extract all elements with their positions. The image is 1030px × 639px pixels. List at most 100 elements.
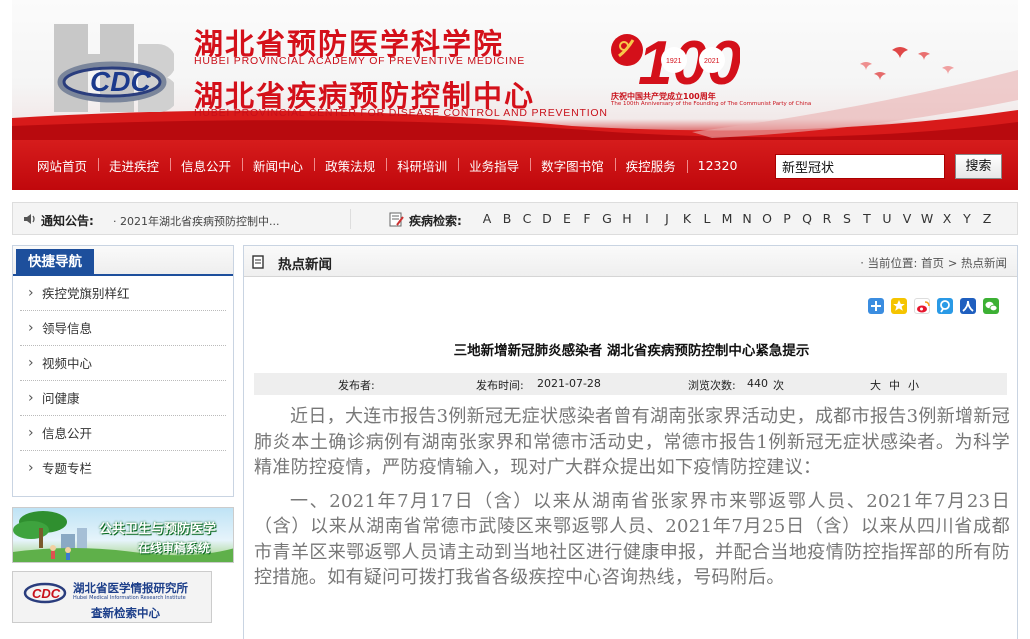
letter-link-a[interactable]: A [477,211,497,226]
plus-share-icon[interactable] [868,298,884,314]
letter-link-t[interactable]: T [857,211,877,226]
disease-letter-index: A B C D E F G H I J K L M N O P Q R S T … [477,211,997,226]
letter-link-r[interactable]: R [817,211,837,226]
institute-logo-text: CDC [32,586,61,601]
quick-nav-item-video[interactable]: 视频中心 [20,346,226,381]
letter-link-l[interactable]: L [697,211,717,226]
letter-link-e[interactable]: E [557,211,577,226]
article-paragraph: 近日，大连市报告3例新冠无症状感染者曾有湖南张家界活动史，成都市报告3例新增新冠… [254,406,1010,478]
anniversary-year-start: 1921 [666,58,682,65]
quick-nav-item-ask-health[interactable]: 问健康 [20,381,226,416]
journal-banner-subtitle: 在线审稿系统 [138,541,211,555]
letter-link-c[interactable]: C [517,211,537,226]
letter-link-v[interactable]: V [897,211,917,226]
letter-link-j[interactable]: J [657,211,677,226]
letter-link-u[interactable]: U [877,211,897,226]
font-size-large-button[interactable]: 大 [870,377,881,393]
nav-item-guidance[interactable]: 业务指导 [458,156,530,175]
letter-link-d[interactable]: D [537,211,557,226]
institute-logo-icon: CDC [23,582,67,604]
section-title: 热点新闻 [278,257,332,273]
quick-nav-header: 快捷导航 [13,246,233,276]
letter-link-s[interactable]: S [837,211,857,226]
quick-nav-list: 疾控党旗别样红 领导信息 视频中心 问健康 信息公开 专题专栏 [13,276,233,486]
tencent-icon[interactable] [937,298,953,314]
letter-link-k[interactable]: K [677,211,697,226]
breadcrumb-separator: > [947,256,958,270]
letter-link-i[interactable]: I [637,211,657,226]
letter-link-g[interactable]: G [597,211,617,226]
letter-link-w[interactable]: W [917,211,937,226]
quick-nav-title: 快捷导航 [16,249,94,276]
notice-divider [350,209,351,229]
nav-item-info-disclosure[interactable]: 信息公开 [170,156,242,175]
article-panel-header: 热点新闻 · 当前位置: 首页 > 热点新闻 [244,246,1017,277]
quick-nav-item-leaders[interactable]: 领导信息 [20,311,226,346]
notice-label: 通知公告: [41,214,94,228]
main-nav-items: 网站首页 走进疾控 信息公开 新闻中心 政策法规 科研培训 业务指导 数字图书馆… [26,140,748,190]
academy-name-en: HUBEI PROVINCIAL ACADEMY OF PREVENTIVE M… [194,55,526,67]
views-count: 440 [747,377,768,390]
site-header: CDC 湖北省预防医学科学院 HUBEI PROVINCIAL ACADEMY … [12,0,1018,140]
quick-nav-item-info-disclosure[interactable]: 信息公开 [20,416,226,451]
breadcrumb-current-link[interactable]: 热点新闻 [961,256,1007,270]
nav-item-about[interactable]: 走进疾控 [98,156,170,175]
letter-link-q[interactable]: Q [797,211,817,226]
views-unit: 次 [773,379,784,392]
letter-link-b[interactable]: B [497,211,517,226]
breadcrumb-bullet: · [860,256,868,270]
journal-banner-title: 公共卫生与预防医学 [99,522,217,537]
quick-nav-panel: 快捷导航 疾控党旗别样红 领导信息 视频中心 问健康 信息公开 专题专栏 [12,245,234,497]
share-bar [868,298,999,314]
wechat-icon[interactable] [983,298,999,314]
letter-link-y[interactable]: Y [957,211,977,226]
institute-search-center: 查新检索中心 [91,606,160,620]
site-search-input[interactable] [775,154,945,179]
nav-item-home[interactable]: 网站首页 [26,156,98,175]
nav-item-services[interactable]: 疾控服务 [614,156,687,175]
letter-link-p[interactable]: P [777,211,797,226]
journal-review-banner[interactable]: 公共卫生与预防医学 在线审稿系统 [12,507,234,563]
article-paragraph: 一、2021年7月17日（含）以来从湖南省张家界市来鄂返鄂人员、2021年7月2… [254,490,1010,589]
hbcdc-logo-icon: CDC [54,24,174,112]
anniversary-year-end: 2021 [704,58,720,65]
weibo-icon[interactable] [914,298,930,314]
nav-item-library[interactable]: 数字图书馆 [530,156,615,175]
letter-link-h[interactable]: H [617,211,637,226]
renren-icon[interactable] [960,298,976,314]
nav-item-news[interactable]: 新闻中心 [242,156,314,175]
article-title: 三地新增新冠肺炎感染者 湖北省疾病预防控制中心紧急提示 [453,343,810,359]
article-body: 近日，大连市报告3例新冠无症状感染者曾有湖南张家界活动史，成都市报告3例新增新冠… [254,404,1010,599]
cdc-name-en: HUBEI PROVINCIAL CENTER FOR DISEASE CONT… [194,107,608,119]
quick-nav-item-party-flag[interactable]: 疾控党旗别样红 [20,276,226,311]
nav-item-policy[interactable]: 政策法规 [314,156,386,175]
anniversary-number: 100 [638,29,740,98]
letter-link-o[interactable]: O [757,211,777,226]
nav-item-12320[interactable]: 12320 [686,158,749,173]
main-nav-bar: 网站首页 走进疾控 信息公开 新闻中心 政策法规 科研培训 业务指导 数字图书馆… [12,140,1018,190]
publish-date-label: 发布时间: [476,379,524,392]
disease-search-label: 疾病检索: [409,214,462,228]
logo-text: CDC [90,66,151,97]
letter-link-m[interactable]: M [717,211,737,226]
letter-link-n[interactable]: N [737,211,757,226]
article-meta-bar: 发布者: 发布时间: 2021-07-28 浏览次数: 440 次 大 中 小 [254,373,1007,395]
anniversary-caption-en: The 100th Anniversary of the Founding of… [611,101,812,107]
letter-link-x[interactable]: X [937,211,957,226]
speaker-icon [24,214,35,224]
medical-info-institute-banner[interactable]: CDC 湖北省医学情报研究所 Hubei Medical Information… [12,571,212,623]
disease-search-icon [389,212,404,227]
institute-name-cn: 湖北省医学情报研究所 [73,581,188,595]
quick-nav-item-topics[interactable]: 专题专栏 [20,451,226,486]
article-panel: 热点新闻 · 当前位置: 首页 > 热点新闻 三地新增新冠肺炎感染者 湖北省疾病… [243,245,1018,639]
letter-link-f[interactable]: F [577,211,597,226]
nav-item-research[interactable]: 科研培训 [386,156,458,175]
breadcrumb-home-link[interactable]: 首页 [921,256,944,270]
font-size-small-button[interactable]: 小 [908,377,919,393]
letter-link-z[interactable]: Z [977,211,997,226]
qzone-icon[interactable] [891,298,907,314]
font-size-medium-button[interactable]: 中 [889,377,900,393]
notice-ticker-link[interactable]: · 2021年湖北省疾病预防控制中... [113,213,293,229]
institute-name-en: Hubei Medical Information Research Insti… [73,595,186,601]
search-button[interactable]: 搜索 [955,154,1002,179]
